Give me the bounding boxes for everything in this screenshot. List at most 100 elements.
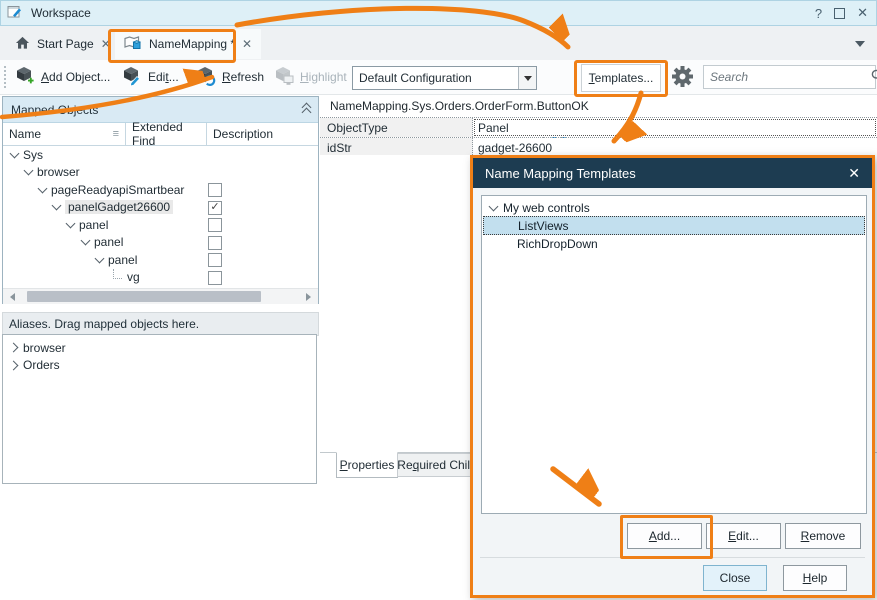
extended-find-checkbox[interactable] [208,253,222,267]
chevron-down-icon[interactable] [95,253,105,263]
template-item-listviews[interactable]: ListViews [483,216,865,235]
tree-row-browser[interactable]: browser [3,164,318,182]
mapped-objects-panel: Mapped Objects Name ≡ Extended Find Desc… [2,96,319,304]
add-object-button[interactable]: Add Object... [15,65,110,89]
tab-label: Start Page [37,37,94,51]
tree-row-panel-1[interactable]: panel [3,216,318,234]
mapped-objects-tree: Sys browser pageReadyapiSmartbear panelG… [3,146,318,288]
edit-button[interactable]: Edit... [122,65,179,89]
column-header-name[interactable]: Name ≡ [3,123,126,145]
maximize-button[interactable] [834,8,845,19]
dialog-title-bar[interactable]: Name Mapping Templates ✕ [473,158,872,188]
close-dialog-button[interactable]: Close [703,565,767,591]
horizontal-scrollbar[interactable] [3,288,318,304]
alias-row-orders[interactable]: Orders [3,357,316,375]
chevron-down-icon[interactable] [10,148,20,158]
aliases-header: Aliases. Drag mapped objects here. [2,312,319,336]
chevron-down-icon[interactable] [52,201,62,211]
search-input[interactable] [704,70,871,84]
help-button[interactable]: ? [815,6,822,21]
tree-row-panelgadget[interactable]: panelGadget26600 ✓ [3,199,318,217]
chevron-down-icon[interactable] [81,236,91,246]
templates-button[interactable]: Templates... [581,64,661,92]
property-value[interactable]: Panel [473,118,877,137]
configuration-value: Default Configuration [353,71,518,85]
help-button[interactable]: Help [783,565,847,591]
toolbar-grip-handle[interactable] [4,66,6,88]
mapped-object-path: NameMapping.Sys.Orders.OrderForm.ButtonO… [330,99,589,113]
tree-row-panel-3[interactable]: panel [3,251,318,269]
search-icon [871,69,877,85]
refresh-label: Refresh [222,70,264,84]
tab-start-page[interactable]: Start Page ✕ [6,29,120,59]
close-button[interactable]: ✕ [857,5,868,21]
dialog-title: Name Mapping Templates [485,166,636,181]
name-mapping-templates-dialog: Name Mapping Templates ✕ My web controls… [470,155,875,598]
extended-find-checkbox[interactable] [208,236,222,250]
tab-properties[interactable]: Properties [336,452,398,478]
tab-required-children[interactable]: Required Child [397,453,477,477]
column-header-description[interactable]: Description [207,123,318,145]
scroll-right-icon[interactable] [306,293,315,301]
gear-icon[interactable] [670,64,695,92]
scroll-left-icon[interactable] [6,293,15,301]
tree-row-page[interactable]: pageReadyapiSmartbear [3,181,318,199]
templates-list: My web controls ListViews RichDropDown [481,195,867,514]
title-bar: Workspace ? ✕ [0,0,877,26]
extended-find-checkbox[interactable] [208,271,222,285]
sort-icon: ≡ [113,128,119,140]
tab-label: NameMapping * [149,37,235,51]
chevron-down-icon[interactable] [24,166,34,176]
extended-find-checkbox-checked[interactable]: ✓ [208,201,222,215]
alias-row-browser[interactable]: browser [3,339,316,357]
tab-list-dropdown-icon[interactable] [855,41,865,52]
scrollbar-thumb[interactable] [27,291,261,302]
column-header-extended-find[interactable]: Extended Find [126,123,207,145]
window-title: Workspace [31,6,91,20]
tab-namemapping[interactable]: NameMapping * ✕ [115,29,261,59]
tree-row-vg[interactable]: vg [3,269,318,287]
chevron-down-icon [524,76,532,85]
tab-close-icon[interactable]: ✕ [242,37,252,51]
edit-cube-icon [122,66,142,89]
tab-close-icon[interactable]: ✕ [101,37,111,51]
chevron-right-icon[interactable] [9,360,19,370]
highlight-cube-icon [274,66,294,89]
dialog-separator [480,557,865,558]
add-object-cube-icon [15,66,35,89]
configuration-combobox[interactable]: Default Configuration [352,66,537,90]
tree-row-sys[interactable]: Sys [3,146,318,164]
chevron-right-icon[interactable] [9,343,19,353]
template-item-richdropdown[interactable]: RichDropDown [482,235,866,252]
refresh-button[interactable]: Refresh [196,65,264,89]
tree-row-panel-2[interactable]: panel [3,234,318,252]
application-window: Workspace ? ✕ Start Page ✕ NameMapping *… [0,0,877,600]
extended-find-checkbox[interactable] [208,218,222,232]
properties-grid: ObjectType Panel idStr gadget-26600 [320,117,877,158]
aliases-title: Aliases. Drag mapped objects here. [9,317,199,331]
namemapping-icon [124,35,142,53]
chevron-down-icon[interactable] [66,218,76,228]
mapped-objects-title: Mapped Objects [11,103,98,117]
templates-group-my-web-controls[interactable]: My web controls [482,199,866,216]
edit-template-button[interactable]: Edit... [706,523,781,549]
remove-template-button[interactable]: Remove [785,523,861,549]
document-tab-bar: Start Page ✕ NameMapping * ✕ [0,26,877,61]
search-box[interactable] [703,65,876,89]
chevron-down-icon[interactable] [489,201,499,211]
property-name: ObjectType [320,118,473,137]
highlight-button: Highlight [274,65,347,89]
dialog-close-icon[interactable]: ✕ [848,165,860,182]
add-object-label: Add Object... [41,70,110,84]
chevron-down-icon[interactable] [38,183,48,193]
tree-column-headers: Name ≡ Extended Find Description [3,123,318,146]
extended-find-checkbox[interactable] [208,183,222,197]
collapse-panel-icon[interactable] [303,104,310,116]
highlight-label: Highlight [300,70,347,84]
aliases-tree: browser Orders [2,334,317,484]
refresh-cube-icon [196,66,216,89]
edit-label: Edit... [148,70,179,84]
property-row[interactable]: ObjectType Panel [320,118,877,138]
combobox-dropdown-button[interactable] [518,67,536,89]
add-template-button[interactable]: Add... [627,523,702,549]
